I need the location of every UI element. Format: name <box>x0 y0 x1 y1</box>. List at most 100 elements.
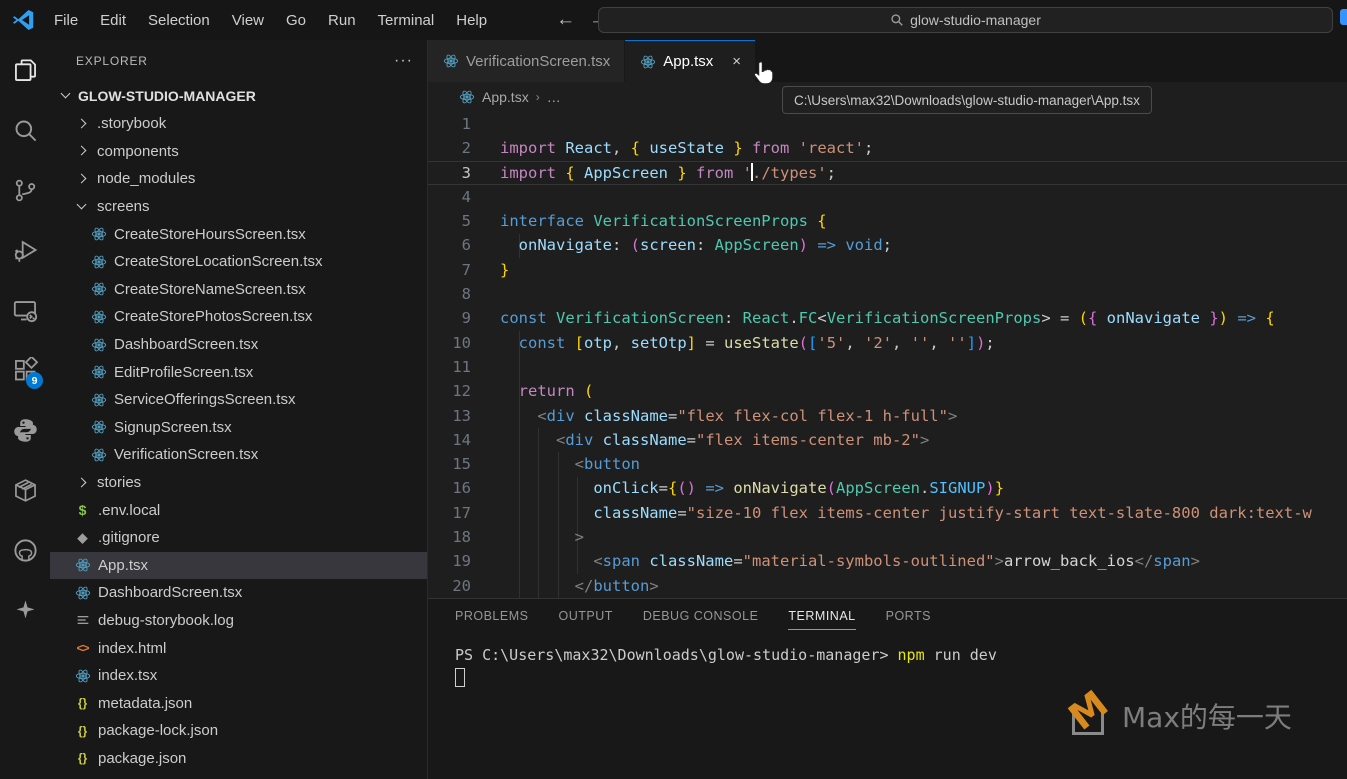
menu-selection[interactable]: Selection <box>137 8 221 33</box>
tab-output[interactable]: OUTPUT <box>558 609 612 630</box>
file-row[interactable]: index.tsx <box>50 662 427 690</box>
code-line[interactable]: 16 onClick={() => onNavigate(AppScreen.S… <box>428 476 1347 500</box>
code-line[interactable]: 10 const [otp, setOtp] = useState(['5', … <box>428 331 1347 355</box>
breadcrumb-separator: › <box>536 90 540 104</box>
search-sidebar-icon[interactable] <box>0 100 50 160</box>
react-file-icon <box>639 53 656 70</box>
file-row[interactable]: ServiceOfferingsScreen.tsx <box>50 386 427 414</box>
file-row[interactable]: App.tsx <box>50 552 427 580</box>
watermark-text: Max的每一天 <box>1122 696 1292 736</box>
folder-row[interactable]: components <box>50 138 427 166</box>
code-line[interactable]: 2import React, { useState } from 'react'… <box>428 136 1347 160</box>
code-line[interactable]: 18 > <box>428 525 1347 549</box>
menu-go[interactable]: Go <box>275 8 317 33</box>
file-row[interactable]: $ .env.local <box>50 496 427 524</box>
log-file-icon <box>74 612 91 629</box>
file-row[interactable]: <>index.html <box>50 634 427 662</box>
file-row[interactable]: {}package.json <box>50 745 427 773</box>
code-line[interactable]: 5interface VerificationScreenProps { <box>428 209 1347 233</box>
menu-view[interactable]: View <box>221 8 275 33</box>
code-line[interactable]: 4 <box>428 185 1347 209</box>
project-root-label: GLOW-STUDIO-MANAGER <box>78 88 256 104</box>
env-file-icon: $ <box>74 502 91 519</box>
explorer-icon[interactable] <box>0 40 50 100</box>
file-label: package.json <box>98 750 186 767</box>
file-row[interactable]: CreateStorePhotosScreen.tsx <box>50 303 427 331</box>
sparkle-icon[interactable] <box>0 580 50 640</box>
tab-app-tsx[interactable]: App.tsx × <box>625 40 755 82</box>
file-label: SignupScreen.tsx <box>114 419 232 436</box>
file-row[interactable]: debug-storybook.log <box>50 607 427 635</box>
folder-row[interactable]: node_modules <box>50 165 427 193</box>
react-file-icon <box>74 557 91 574</box>
file-row[interactable]: CreateStoreNameScreen.tsx <box>50 276 427 304</box>
file-label: .env.local <box>98 502 160 519</box>
extensions-icon[interactable]: 9 <box>0 340 50 400</box>
run-debug-icon[interactable] <box>0 220 50 280</box>
code-line[interactable]: 1 <box>428 112 1347 136</box>
code-line[interactable]: 17 className="size-10 flex items-center … <box>428 501 1347 525</box>
file-row[interactable]: EditProfileScreen.tsx <box>50 358 427 386</box>
container-box-icon[interactable] <box>0 460 50 520</box>
menu-terminal[interactable]: Terminal <box>367 8 446 33</box>
file-row[interactable]: ◆.gitignore <box>50 524 427 552</box>
remote-explorer-icon[interactable] <box>0 280 50 340</box>
folder-row[interactable]: stories <box>50 469 427 497</box>
tab-problems[interactable]: PROBLEMS <box>455 609 528 630</box>
code-line[interactable]: 9const VerificationScreen: React.FC<Veri… <box>428 306 1347 330</box>
tab-debug-console[interactable]: DEBUG CONSOLE <box>643 609 759 630</box>
line-number: 12 <box>428 379 500 403</box>
code-line[interactable]: 7} <box>428 258 1347 282</box>
file-row[interactable]: VerificationScreen.tsx <box>50 441 427 469</box>
file-row[interactable]: CreateStoreLocationScreen.tsx <box>50 248 427 276</box>
folder-row[interactable]: .storybook <box>50 110 427 138</box>
command-center-search[interactable]: glow-studio-manager <box>598 7 1333 33</box>
menu-run[interactable]: Run <box>317 8 367 33</box>
code-text: <button <box>500 452 1347 476</box>
menu-edit[interactable]: Edit <box>89 8 137 33</box>
back-arrow-icon[interactable]: ← <box>556 9 575 31</box>
tab-terminal[interactable]: TERMINAL <box>788 609 855 630</box>
chevron-right-icon <box>74 475 90 491</box>
code-text: <div className="flex flex-col flex-1 h-f… <box>500 404 1347 428</box>
explorer-title: EXPLORER <box>76 54 148 68</box>
explorer-more-icon[interactable]: ··· <box>394 52 413 70</box>
code-line[interactable]: 8 <box>428 282 1347 306</box>
code-line[interactable]: 14 <div className="flex items-center mb-… <box>428 428 1347 452</box>
file-row[interactable]: DashboardScreen.tsx <box>50 579 427 607</box>
terminal-output[interactable]: PS C:\Users\max32\Downloads\glow-studio-… <box>428 630 1347 664</box>
file-label: App.tsx <box>98 557 148 574</box>
file-row[interactable]: {}metadata.json <box>50 689 427 717</box>
tab-ports[interactable]: PORTS <box>886 609 931 630</box>
folder-row[interactable]: screens <box>50 193 427 221</box>
source-control-icon[interactable] <box>0 160 50 220</box>
code-line[interactable]: 12 return ( <box>428 379 1347 403</box>
menu-file[interactable]: File <box>43 8 89 33</box>
project-root-folder[interactable]: GLOW-STUDIO-MANAGER <box>50 82 427 110</box>
file-row[interactable]: CreateStoreHoursScreen.tsx <box>50 220 427 248</box>
tab-verificationscreen[interactable]: VerificationScreen.tsx <box>428 40 625 82</box>
code-text: import { AppScreen } from './types'; <box>500 161 1347 185</box>
code-line[interactable]: 19 <span className="material-symbols-out… <box>428 549 1347 573</box>
code-line[interactable]: 13 <div className="flex flex-col flex-1 … <box>428 404 1347 428</box>
line-number: 13 <box>428 404 500 428</box>
chevron-down-icon <box>74 199 90 215</box>
code-line[interactable]: 6 onNavigate: (screen: AppScreen) => voi… <box>428 233 1347 257</box>
code-line[interactable]: 15 <button <box>428 452 1347 476</box>
breadcrumb-more[interactable]: … <box>547 89 561 105</box>
python-icon[interactable] <box>0 400 50 460</box>
code-line[interactable]: 11 <box>428 355 1347 379</box>
code-editor[interactable]: 12import React, { useState } from 'react… <box>428 112 1347 598</box>
github-icon[interactable] <box>0 520 50 580</box>
file-row[interactable]: DashboardScreen.tsx <box>50 331 427 359</box>
code-line[interactable]: 3import { AppScreen } from './types'; <box>428 161 1347 185</box>
close-tab-icon[interactable]: × <box>732 53 741 70</box>
account-icon[interactable] <box>1340 9 1347 25</box>
file-row[interactable] <box>50 772 427 779</box>
code-line[interactable]: 20 </button> <box>428 574 1347 598</box>
code-text: <div className="flex items-center mb-2"> <box>500 428 1347 452</box>
file-row[interactable]: SignupScreen.tsx <box>50 414 427 442</box>
menu-help[interactable]: Help <box>445 8 498 33</box>
file-label: VerificationScreen.tsx <box>114 446 258 463</box>
file-row[interactable]: {}package-lock.json <box>50 717 427 745</box>
